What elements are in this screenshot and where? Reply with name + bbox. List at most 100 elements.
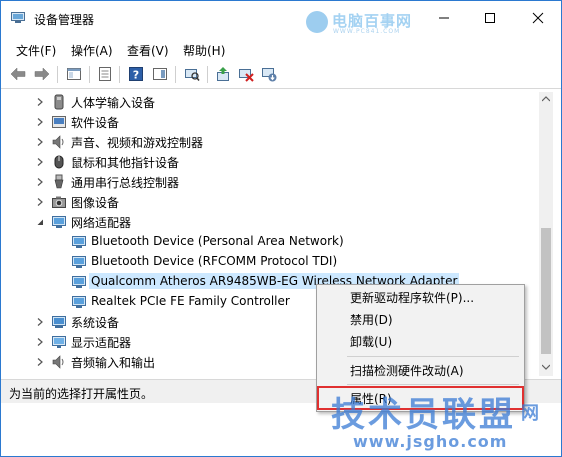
show-hide-console-tree-button[interactable]	[65, 65, 83, 83]
tree-node-sound-video-game[interactable]: 声音、视频和游戏控制器	[9, 132, 539, 152]
tree-node-label: Realtek PCIe FE Family Controller	[91, 294, 290, 308]
scroll-down-arrow-icon	[542, 364, 550, 370]
toolbar: ?	[1, 61, 561, 87]
tree-node-label: 系统设备	[71, 316, 120, 330]
toolbar-divider	[1, 88, 561, 89]
expand-chevron-icon[interactable]	[35, 97, 45, 107]
watermark-logo-bottom: 技术员联盟 网 www.jsgho.com	[331, 387, 561, 456]
tree-node-label: 显示适配器	[71, 336, 132, 350]
toolbar-separator	[57, 66, 58, 83]
expand-chevron-icon[interactable]	[35, 197, 45, 207]
tree-node-bluetooth-pan[interactable]: Bluetooth Device (Personal Area Network)	[9, 232, 539, 252]
tree-node-network-adapters[interactable]: 网络适配器	[9, 212, 539, 232]
update-driver-icon	[217, 67, 229, 81]
tree-node-bluetooth-rfcomm[interactable]: Bluetooth Device (RFCOMM Protocol TDI)	[9, 252, 539, 272]
watermark-net-text: 网	[521, 403, 539, 424]
scroll-down-button[interactable]	[539, 360, 553, 374]
network-adapter-icon	[71, 274, 87, 290]
tree-node-label: 通用串行总线控制器	[71, 176, 180, 190]
expand-chevron-icon[interactable]	[35, 117, 45, 127]
action-pane-button[interactable]	[151, 65, 169, 83]
display-adapter-icon	[51, 334, 67, 350]
tree-node-label: 人体学输入设备	[71, 96, 156, 110]
maximize-button[interactable]	[467, 1, 513, 35]
audio-io-icon	[51, 354, 67, 370]
window-title: 设备管理器	[34, 13, 95, 27]
toolbar-separator	[175, 66, 176, 83]
tree-node-label: Bluetooth Device (Personal Area Network)	[91, 234, 344, 248]
forward-arrow-icon	[34, 67, 50, 81]
properties-toolbar-button[interactable]	[96, 65, 114, 83]
menu-action[interactable]: 操作(A)	[71, 42, 113, 59]
scan-hardware-icon	[185, 69, 200, 81]
menu-file[interactable]: 文件(F)	[16, 42, 56, 59]
expand-chevron-icon[interactable]	[35, 137, 45, 147]
ctx-update-driver[interactable]: 更新驱动程序软件(P)...	[317, 286, 524, 308]
help-toolbar-button[interactable]: ?	[127, 65, 145, 83]
system-device-icon	[51, 314, 67, 330]
close-button[interactable]	[515, 1, 561, 35]
hid-icon	[51, 94, 67, 110]
network-adapter-icon	[71, 234, 87, 250]
tree-node-label: 图像设备	[71, 196, 120, 210]
scrollbar-thumb[interactable]	[541, 228, 551, 354]
toolbar-separator	[119, 66, 120, 83]
speaker-icon	[51, 134, 67, 150]
menu-bar: 文件(F) 操作(A) 查看(V) 帮助(H)	[1, 39, 561, 59]
usb-icon	[51, 174, 67, 190]
camera-icon	[51, 194, 67, 210]
uninstall-device-icon	[262, 68, 277, 82]
uninstall-device-button[interactable]	[260, 65, 278, 83]
forward-button[interactable]	[33, 65, 51, 83]
expand-chevron-icon[interactable]	[35, 177, 45, 187]
network-adapter-icon	[71, 294, 87, 310]
minimize-icon	[439, 17, 449, 19]
menu-view[interactable]: 查看(V)	[127, 42, 169, 59]
back-arrow-icon	[10, 67, 26, 81]
expand-chevron-icon[interactable]	[35, 357, 45, 367]
toolbar-separator	[89, 66, 90, 83]
title-bar[interactable]: 设备管理器 电脑百事网 WWW.PC841.COM	[1, 1, 561, 35]
action-pane-icon	[153, 68, 167, 80]
minimize-button[interactable]	[421, 1, 467, 35]
vertical-scrollbar[interactable]	[539, 92, 553, 376]
tree-node-imaging-devices[interactable]: 图像设备	[9, 192, 539, 212]
svg-text:?: ?	[133, 69, 139, 82]
device-manager-icon	[11, 12, 25, 23]
ctx-disable[interactable]: 禁用(D)	[317, 308, 524, 330]
properties-sheet-icon	[99, 67, 111, 81]
ctx-uninstall[interactable]: 卸载(U)	[317, 330, 524, 352]
expand-chevron-icon[interactable]	[35, 157, 45, 167]
update-driver-button[interactable]	[214, 65, 232, 83]
tree-node-hid[interactable]: 人体学输入设备	[9, 92, 539, 112]
help-icon: ?	[129, 67, 143, 82]
expand-chevron-icon[interactable]	[35, 337, 45, 347]
tree-node-mice[interactable]: 鼠标和其他指针设备	[9, 152, 539, 172]
tree-node-label: Bluetooth Device (RFCOMM Protocol TDI)	[91, 254, 338, 268]
scroll-up-button[interactable]	[539, 92, 553, 106]
disable-device-icon	[239, 69, 254, 82]
toolbar-separator	[207, 66, 208, 83]
tree-node-label: 声音、视频和游戏控制器	[71, 136, 204, 150]
tree-node-label: 软件设备	[71, 116, 120, 130]
disable-device-button[interactable]	[237, 65, 255, 83]
watermark-top-subtext: WWW.PC841.COM	[333, 28, 401, 35]
menu-help[interactable]: 帮助(H)	[183, 42, 225, 59]
tree-node-usb-controllers[interactable]: 通用串行总线控制器	[9, 172, 539, 192]
watermark-main-text: 技术员联盟	[331, 395, 516, 435]
tree-node-label: 网络适配器	[71, 216, 132, 230]
scan-hardware-button[interactable]	[183, 65, 201, 83]
watermark-url-text: www.jsgho.com	[353, 432, 508, 451]
back-button[interactable]	[9, 65, 27, 83]
ctx-separator	[347, 356, 519, 357]
network-adapter-icon	[71, 254, 87, 270]
tree-node-label: 鼠标和其他指针设备	[71, 156, 180, 170]
maximize-icon	[485, 13, 495, 23]
console-tree-icon	[67, 68, 81, 80]
collapse-chevron-icon[interactable]	[35, 217, 45, 227]
ctx-scan-hardware[interactable]: 扫描检测硬件改动(A)	[317, 359, 524, 381]
tree-node-software-devices[interactable]: 软件设备	[9, 112, 539, 132]
status-text: 为当前的选择打开属性页。	[9, 387, 154, 401]
expand-chevron-icon[interactable]	[35, 317, 45, 327]
ctx-separator	[347, 384, 519, 385]
